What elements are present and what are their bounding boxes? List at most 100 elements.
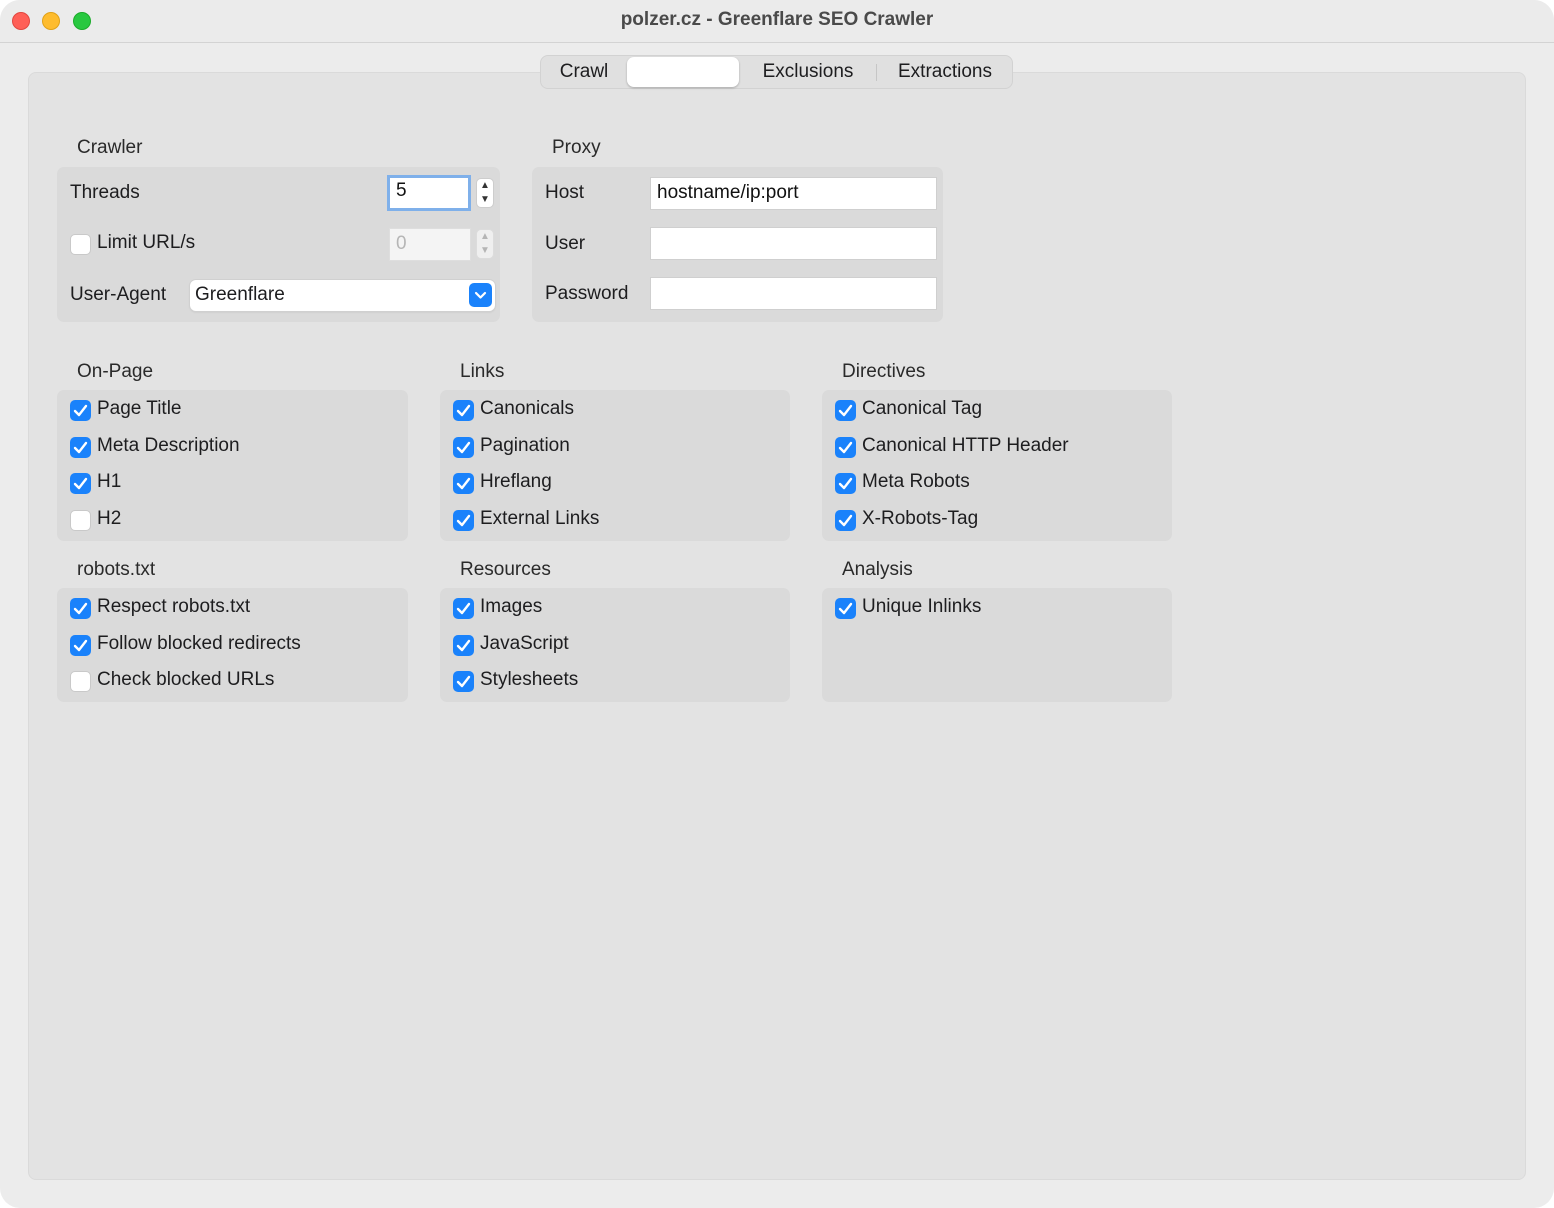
tab-exclusions[interactable]: Exclusions	[741, 56, 875, 88]
canonical-http-header-checkbox[interactable]	[835, 437, 856, 458]
hreflang-label: Hreflang	[480, 471, 552, 492]
pagination-checkbox[interactable]	[453, 437, 474, 458]
meta-robots-checkbox[interactable]	[835, 473, 856, 494]
check-blocked-urls-checkbox-row[interactable]: Check blocked URLs	[70, 669, 390, 695]
canonical-http-header-label: Canonical HTTP Header	[862, 435, 1069, 456]
page-title-checkbox-row[interactable]: Page Title	[70, 398, 390, 424]
user-input[interactable]	[650, 227, 937, 260]
h2-label: H2	[97, 508, 122, 529]
onpage-group: Page Title Meta Description H1 H2	[57, 390, 408, 541]
user-agent-select[interactable]: Greenflare	[190, 280, 495, 311]
h2-checkbox[interactable]	[70, 510, 91, 531]
meta-robots-label: Meta Robots	[862, 471, 970, 492]
chevron-up-icon[interactable]: ▲	[477, 179, 493, 193]
tab-extractions[interactable]: Extractions	[877, 56, 1013, 88]
respect-robots-txt-label: Respect robots.txt	[97, 596, 251, 617]
page-title-label: Page Title	[97, 398, 182, 419]
x-robots-tag-checkbox[interactable]	[835, 510, 856, 531]
limit-urls-checkbox[interactable]	[70, 234, 91, 255]
javascript-label: JavaScript	[480, 633, 569, 654]
app-window: polzer.cz - Greenflare SEO Crawler Crawl…	[0, 0, 1554, 1208]
external-links-label: External Links	[480, 508, 600, 529]
stylesheets-checkbox-row[interactable]: Stylesheets	[453, 669, 773, 695]
javascript-checkbox-row[interactable]: JavaScript	[453, 633, 773, 659]
unique-inlinks-label: Unique Inlinks	[862, 596, 982, 617]
h1-checkbox[interactable]	[70, 473, 91, 494]
limit-urls-label: Limit URL/s	[97, 232, 196, 253]
chevron-down-icon[interactable]: ▼	[477, 244, 493, 258]
threads-label: Threads	[70, 182, 140, 203]
chevron-down-icon[interactable]	[469, 283, 492, 307]
limit-urls-stepper[interactable]: ▲ ▼	[476, 229, 494, 259]
hreflang-checkbox-row[interactable]: Hreflang	[453, 471, 773, 497]
crawler-group: Threads 5 ▲ ▼ Limit URL/s 0 ▲ ▼ User-Age…	[57, 167, 500, 322]
password-label: Password	[545, 283, 629, 304]
robots-group: Respect robots.txt Follow blocked redirec…	[57, 588, 408, 702]
follow-blocked-redirects-checkbox[interactable]	[70, 635, 91, 656]
check-blocked-urls-label: Check blocked URLs	[97, 669, 275, 690]
proxy-group: Host hostname/ip:port User Password	[532, 167, 943, 322]
meta-description-checkbox[interactable]	[70, 437, 91, 458]
threads-input[interactable]: 5	[387, 175, 471, 211]
directives-section-title: Directives	[842, 361, 926, 382]
check-blocked-urls-checkbox[interactable]	[70, 671, 91, 692]
password-input[interactable]	[650, 277, 937, 310]
window-title: polzer.cz - Greenflare SEO Crawler	[620, 9, 934, 30]
stylesheets-checkbox[interactable]	[453, 671, 474, 692]
unique-inlinks-checkbox-row[interactable]: Unique Inlinks	[835, 596, 1155, 622]
host-label: Host	[545, 182, 585, 203]
limit-urls-checkbox-row[interactable]: Limit URL/s	[70, 232, 320, 258]
user-agent-label: User-Agent	[70, 284, 167, 305]
proxy-section-title: Proxy	[552, 137, 601, 158]
analysis-section-title: Analysis	[842, 559, 913, 580]
tab-crawl[interactable]: Crawl	[541, 56, 627, 88]
user-label: User	[545, 233, 586, 254]
x-robots-tag-label: X-Robots-Tag	[862, 508, 979, 529]
host-input[interactable]: hostname/ip:port	[650, 177, 937, 210]
external-links-checkbox[interactable]	[453, 510, 474, 531]
h2-checkbox-row[interactable]: H2	[70, 508, 390, 534]
external-links-checkbox-row[interactable]: External Links	[453, 508, 773, 534]
images-checkbox-row[interactable]: Images	[453, 596, 773, 622]
tab-settings[interactable]	[627, 57, 739, 87]
directives-group: Canonical Tag Canonical HTTP Header Meta R…	[822, 390, 1172, 541]
pagination-label: Pagination	[480, 435, 570, 456]
canonicals-checkbox-row[interactable]: Canonicals	[453, 398, 773, 424]
respect-robots-txt-checkbox-row[interactable]: Respect robots.txt	[70, 596, 390, 622]
canonical-http-header-checkbox-row[interactable]: Canonical HTTP Header	[835, 435, 1155, 461]
images-label: Images	[480, 596, 543, 617]
canonical-tag-label: Canonical Tag	[862, 398, 983, 419]
h1-label: H1	[97, 471, 122, 492]
chevron-down-icon[interactable]: ▼	[477, 193, 493, 207]
links-group: Canonicals Pagination Hreflang External Lin…	[440, 390, 790, 541]
pagination-checkbox-row[interactable]: Pagination	[453, 435, 773, 461]
images-checkbox[interactable]	[453, 598, 474, 619]
follow-blocked-redirects-checkbox-row[interactable]: Follow blocked redirects	[70, 633, 390, 659]
page-title-checkbox[interactable]	[70, 400, 91, 421]
canonical-tag-checkbox-row[interactable]: Canonical Tag	[835, 398, 1155, 424]
meta-description-label: Meta Description	[97, 435, 240, 456]
chevron-up-icon[interactable]: ▲	[477, 230, 493, 244]
threads-stepper[interactable]: ▲ ▼	[476, 178, 494, 208]
resources-section-title: Resources	[460, 559, 551, 580]
meta-description-checkbox-row[interactable]: Meta Description	[70, 435, 390, 461]
links-section-title: Links	[460, 361, 505, 382]
limit-urls-input[interactable]: 0	[389, 228, 471, 261]
canonicals-checkbox[interactable]	[453, 400, 474, 421]
respect-robots-txt-checkbox[interactable]	[70, 598, 91, 619]
meta-robots-checkbox-row[interactable]: Meta Robots	[835, 471, 1155, 497]
tab-bar: Crawl Exclusions Extractions	[540, 55, 1013, 89]
x-robots-tag-checkbox-row[interactable]: X-Robots-Tag	[835, 508, 1155, 534]
javascript-checkbox[interactable]	[453, 635, 474, 656]
resources-group: Images JavaScript Stylesheets	[440, 588, 790, 702]
unique-inlinks-checkbox[interactable]	[835, 598, 856, 619]
onpage-section-title: On-Page	[77, 361, 154, 382]
crawler-section-title: Crawler	[77, 137, 143, 158]
canonicals-label: Canonicals	[480, 398, 574, 419]
h1-checkbox-row[interactable]: H1	[70, 471, 390, 497]
hreflang-checkbox[interactable]	[453, 473, 474, 494]
robots-section-title: robots.txt	[77, 559, 156, 580]
follow-blocked-redirects-label: Follow blocked redirects	[97, 633, 301, 654]
canonical-tag-checkbox[interactable]	[835, 400, 856, 421]
title-bar: polzer.cz - Greenflare SEO Crawler	[0, 0, 1554, 43]
